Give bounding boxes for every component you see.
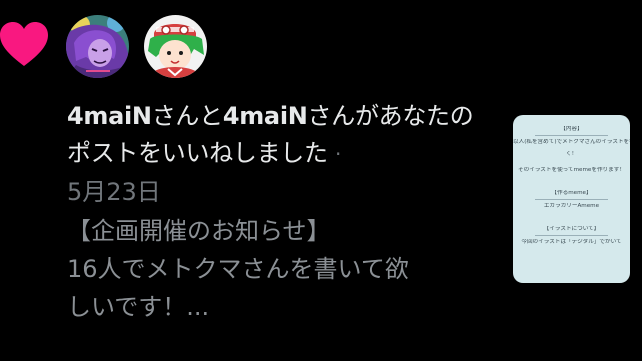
notification-date: 5月23日	[67, 178, 161, 206]
thumb-text-line: 【内容】	[560, 126, 583, 132]
thumb-text-line: 【イラストについて】	[543, 226, 600, 232]
like-notification[interactable]: 4maiNさんと4maiNさんがあなたのポストをいいねしました · 5月23日 …	[0, 0, 642, 361]
thumb-text-line: 【作るmeme】	[551, 190, 592, 196]
thumb-divider	[535, 199, 608, 200]
actor-name-1[interactable]: 4maiN	[67, 102, 152, 130]
post-line: 【企画開催のお知らせ】	[67, 217, 331, 245]
thumb-text-line: エガラガリーAmeme	[543, 203, 600, 209]
connector-text: さんと	[151, 102, 223, 130]
avatar-green-hair[interactable]	[144, 15, 207, 78]
post-media-thumbnail[interactable]: 【内容】 以人(私を含めて)でメトクマさんのイラストを書 く！ そのイラストを使…	[513, 115, 630, 283]
thumb-text-line: 以人(私を含めて)でメトクマさんのイラストを書	[513, 139, 630, 145]
actor-name-2[interactable]: 4maiN	[223, 102, 308, 130]
post-preview-text: 【企画開催のお知らせ】 16人でメトクマさんを書いて欲 しいです！...	[67, 212, 487, 326]
thumb-text-line: 今回のイラストは「デジタル」でかいて	[521, 239, 622, 245]
avatar-purple-hair[interactable]	[66, 15, 129, 78]
thumb-text-line: そのイラストを使ってmemeを作ります！	[518, 167, 625, 173]
thumb-divider	[535, 135, 608, 136]
notification-headline: 4maiNさんと4maiNさんがあなたのポストをいいねしました ·	[67, 98, 497, 173]
heart-icon	[0, 22, 48, 66]
post-line: 16人でメトクマさんを書いて欲	[67, 255, 409, 283]
thumb-text-line: く！	[565, 151, 578, 157]
post-line: しいです！...	[67, 293, 210, 321]
separator-dot: ·	[335, 142, 342, 166]
thumb-divider	[535, 235, 608, 236]
